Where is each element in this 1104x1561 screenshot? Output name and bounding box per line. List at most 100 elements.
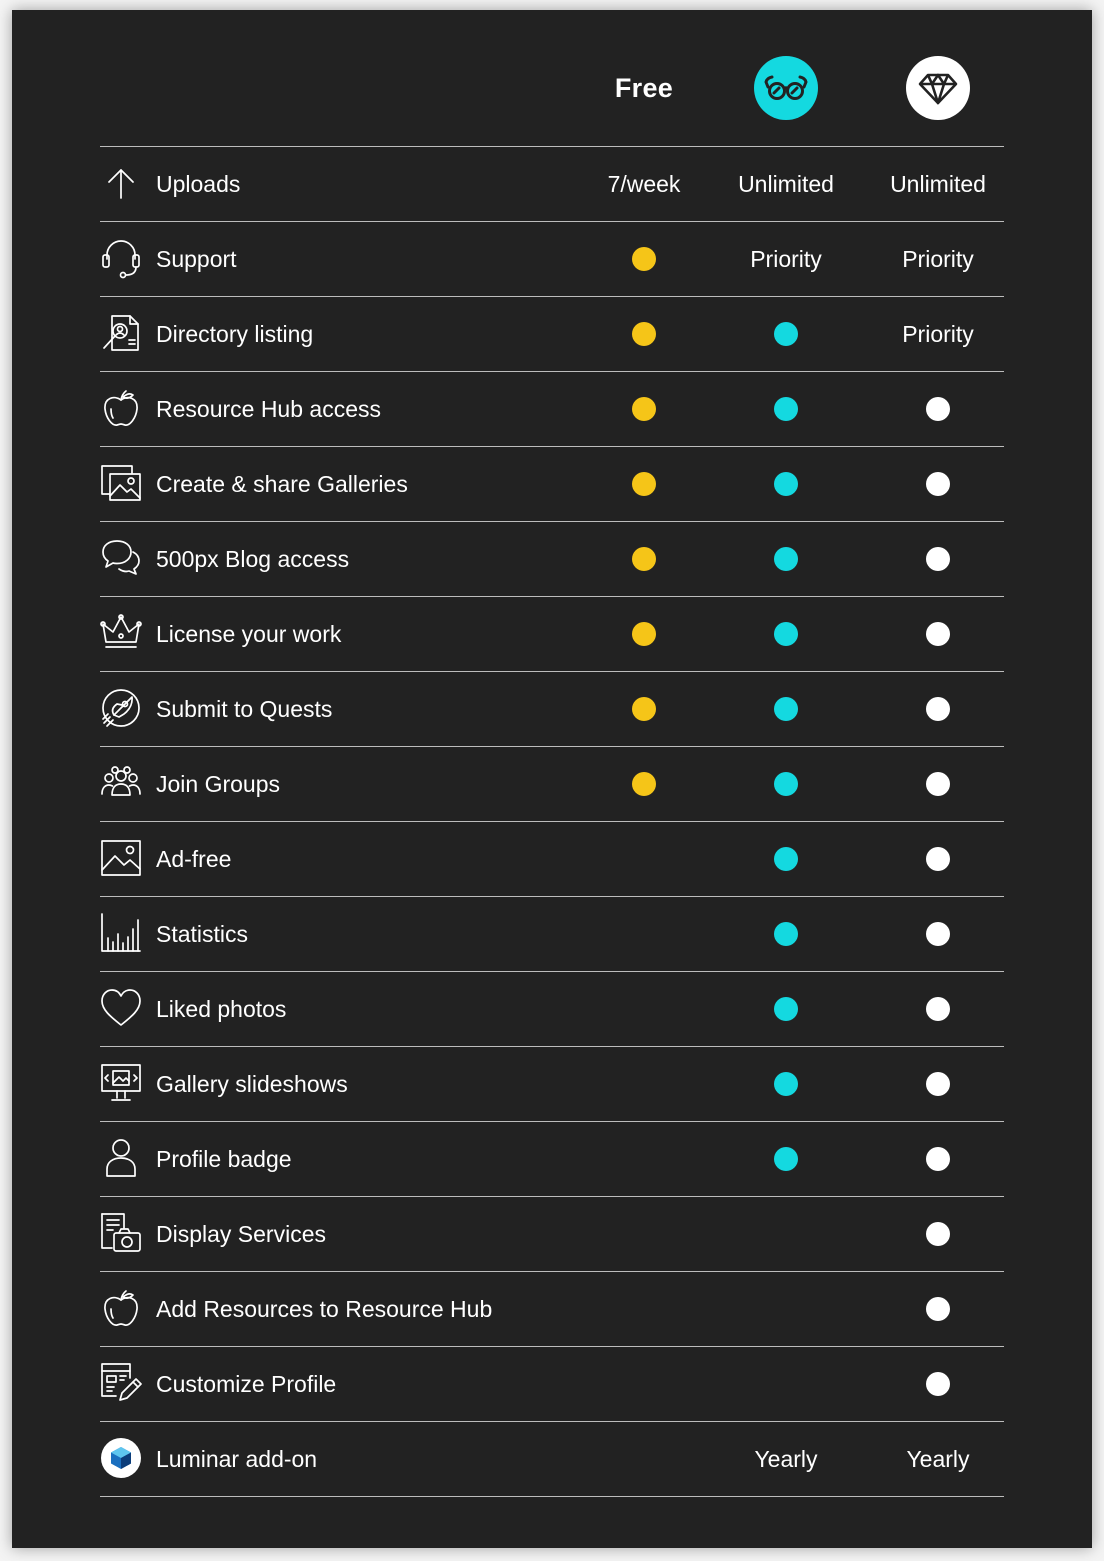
pro-cell: Priority [878,297,998,371]
pro-included-dot [926,472,950,496]
feature-label: Display Services [156,1221,326,1247]
pro-cell: Yearly [878,1422,998,1496]
glasses-icon [754,56,818,120]
awesome-cell [726,372,846,446]
pro-value-text: Unlimited [890,170,986,197]
edit-layout-icon [100,1362,142,1404]
gallery-icon [100,462,142,504]
free-cell [584,447,704,521]
free-cell [584,372,704,446]
pro-included-dot [926,922,950,946]
free-cell [584,1272,704,1346]
free-tier-label: Free [614,72,674,103]
awesome-cell [726,822,846,896]
feature-label: Join Groups [156,771,281,797]
feature-label: Submit to Quests [156,696,333,722]
awesome-column-header [726,56,846,120]
free-cell [584,1197,704,1271]
awesome-cell [726,972,846,1046]
awesome-cell [726,1197,846,1271]
feature-label: License your work [156,621,342,647]
pro-cell: Unlimited [878,147,998,221]
free-cell [584,597,704,671]
pro-cell [878,522,998,596]
pro-included-dot [926,397,950,421]
awesome-cell [726,672,846,746]
luminar-logo-icon [100,1437,142,1479]
feature-label: 500px Blog access [156,546,350,572]
pro-cell [878,1122,998,1196]
table-row: Customize Profile [100,1347,1004,1422]
feature-rows: Uploads 7/week Unlimited Unlimited Support Pr… [100,147,1004,1497]
diamond-icon [906,56,970,120]
awesome-cell [726,597,846,671]
feature-label: Support [156,246,237,272]
pro-cell: Priority [878,222,998,296]
table-row: Statistics [100,897,1004,972]
awesome-cell [726,1047,846,1121]
rocket-icon [100,687,142,729]
pro-included-dot [926,1222,950,1246]
awesome-cell [726,1272,846,1346]
free-cell [584,897,704,971]
free-included-dot [632,697,656,721]
pro-cell [878,447,998,521]
table-row: Luminar add-on Yearly Yearly [100,1422,1004,1497]
chat-bubbles-icon [100,537,142,579]
table-header: Free [100,10,1004,147]
awesome-included-dot [774,397,798,421]
free-included-dot [632,247,656,271]
pro-cell [878,372,998,446]
feature-label: Add Resources to Resource Hub [156,1296,493,1322]
image-icon [100,837,142,879]
pro-cell [878,597,998,671]
awesome-included-dot [774,547,798,571]
pricing-comparison-panel: Free Uploads 7/week Unlimited Unlimited … [12,10,1092,1548]
headset-icon [100,237,142,279]
feature-label: Gallery slideshows [156,1071,348,1097]
table-row: Add Resources to Resource Hub [100,1272,1004,1347]
free-included-dot [632,397,656,421]
pro-included-dot [926,847,950,871]
free-cell [584,522,704,596]
awesome-included-dot [774,772,798,796]
table-row: Profile badge [100,1122,1004,1197]
pro-column-header [878,56,998,120]
table-row: 500px Blog access [100,522,1004,597]
feature-label: Liked photos [156,996,287,1022]
pro-cell [878,897,998,971]
free-cell [584,747,704,821]
awesome-cell: Priority [726,222,846,296]
feature-comparison-table: Free Uploads 7/week Unlimited Unlimited … [100,10,1004,1497]
slideshow-monitor-icon [100,1062,142,1104]
free-cell [584,1122,704,1196]
crown-icon [100,612,142,654]
apple-icon [100,387,142,429]
pro-cell [878,1197,998,1271]
pro-included-dot [926,1147,950,1171]
pro-cell [878,1272,998,1346]
awesome-included-dot [774,472,798,496]
feature-label: Directory listing [156,321,314,347]
free-column-header: Free [584,56,704,120]
camera-document-icon [100,1212,142,1254]
feature-label: Resource Hub access [156,396,381,422]
pro-included-dot [926,997,950,1021]
free-cell [584,672,704,746]
free-included-dot [632,322,656,346]
table-row: Support Priority Priority [100,222,1004,297]
table-row: Join Groups [100,747,1004,822]
awesome-value-text: Unlimited [738,170,834,197]
heart-icon [100,987,142,1029]
free-included-dot [632,622,656,646]
awesome-included-dot [774,622,798,646]
pro-cell [878,672,998,746]
pro-cell [878,747,998,821]
free-cell [584,297,704,371]
table-row: Display Services [100,1197,1004,1272]
feature-label: Customize Profile [156,1371,337,1397]
table-row: Create & share Galleries [100,447,1004,522]
pro-cell [878,822,998,896]
awesome-included-dot [774,697,798,721]
bar-chart-icon [100,912,142,954]
